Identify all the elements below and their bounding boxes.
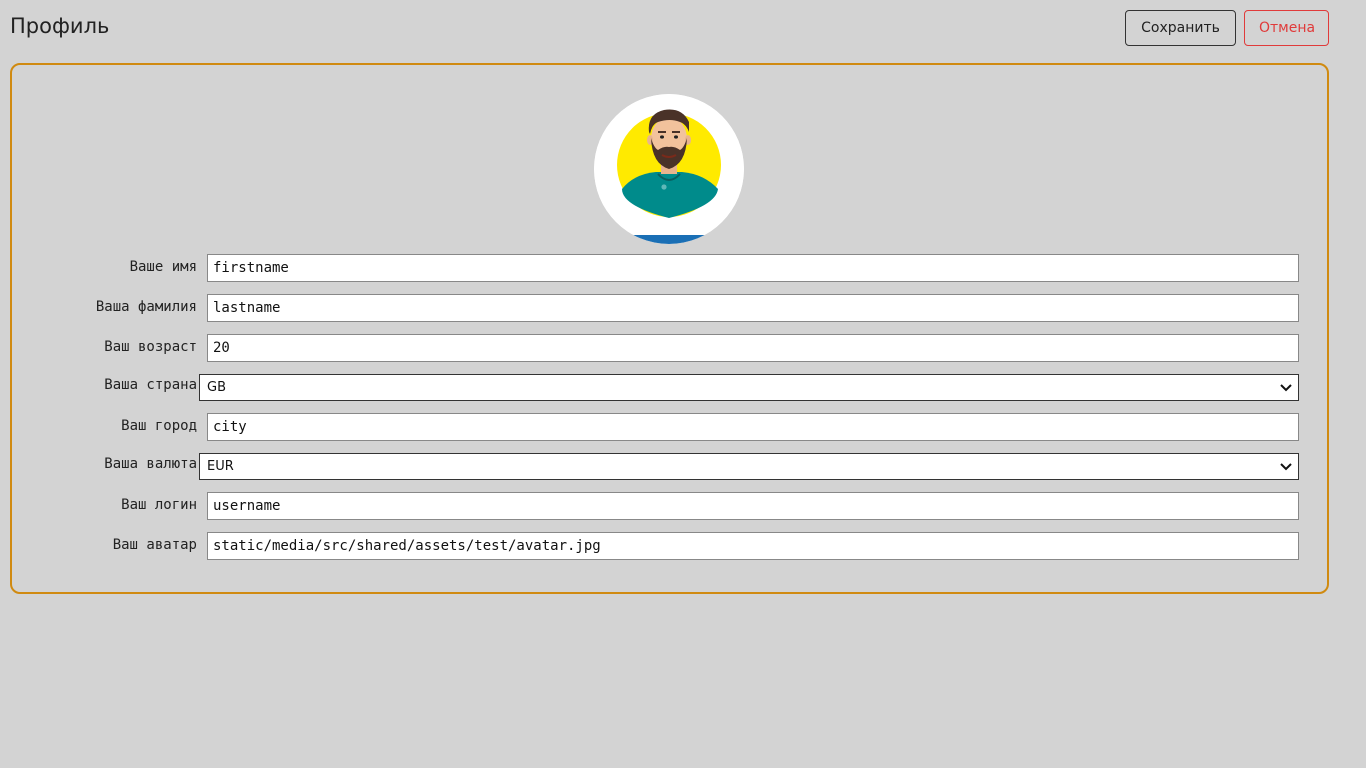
age-label: Ваш возраст [104, 339, 197, 355]
country-selected-value: GB [207, 380, 226, 395]
cancel-button[interactable]: Отмена [1244, 10, 1329, 46]
city-input[interactable] [207, 413, 1299, 441]
country-row: Ваша страна GB [12, 374, 1331, 402]
city-label: Ваш город [121, 418, 197, 434]
avatar-image [594, 94, 744, 244]
avatar [594, 94, 744, 244]
currency-label: Ваша валюта [104, 456, 197, 472]
city-row: Ваш город [12, 413, 1331, 441]
currency-select[interactable]: EUR [199, 453, 1299, 480]
lastname-label: Ваша фамилия [95, 299, 197, 315]
username-row: Ваш логин [12, 492, 1331, 520]
lastname-input[interactable] [207, 294, 1299, 322]
profile-card: Ваше имя Ваша фамилия Ваш возраст Ваша с… [10, 63, 1329, 594]
lastname-row: Ваша фамилия [12, 294, 1331, 322]
country-select[interactable]: GB [199, 374, 1299, 401]
username-label: Ваш логин [121, 497, 197, 513]
avatar-label: Ваш аватар [112, 537, 197, 553]
country-label: Ваша страна [104, 377, 197, 393]
age-row: Ваш возраст [12, 334, 1331, 362]
avatar-input[interactable] [207, 532, 1299, 560]
page-title: Профиль [10, 14, 110, 38]
firstname-row: Ваше имя [12, 254, 1331, 282]
chevron-down-icon [1280, 384, 1292, 392]
save-button[interactable]: Сохранить [1125, 10, 1236, 46]
currency-selected-value: EUR [207, 459, 234, 474]
currency-row: Ваша валюта EUR [12, 453, 1331, 481]
firstname-input[interactable] [207, 254, 1299, 282]
avatar-row: Ваш аватар [12, 532, 1331, 560]
age-input[interactable] [207, 334, 1299, 362]
page-header: Профиль Сохранить Отмена [10, 10, 1329, 46]
chevron-down-icon [1280, 463, 1292, 471]
firstname-label: Ваше имя [129, 259, 197, 275]
username-input[interactable] [207, 492, 1299, 520]
